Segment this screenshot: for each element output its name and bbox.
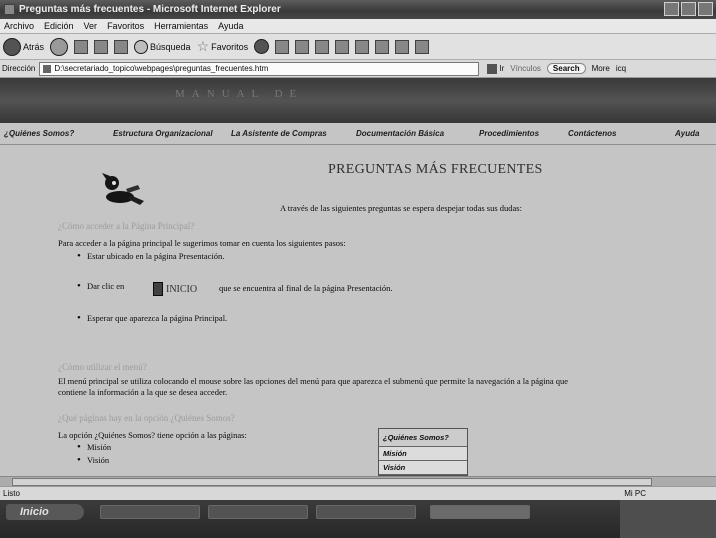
step-1: Estar ubicado en la página Presentación. bbox=[77, 250, 224, 262]
start-button[interactable]: Inicio bbox=[6, 504, 84, 520]
refresh-icon[interactable] bbox=[94, 39, 109, 54]
step-3: Esperar que aparezca la página Principal… bbox=[77, 312, 227, 324]
page-viewport: MANUAL DE ¿Quiénes Somos? Estructura Org… bbox=[0, 78, 716, 476]
browser-toolbar: Atrás Búsqueda ☆ Favoritos bbox=[0, 34, 716, 60]
search-label: Búsqueda bbox=[150, 41, 191, 52]
question-3-text: La opción ¿Quiénes Somos? tiene opción a… bbox=[58, 430, 247, 440]
question-2-heading: ¿Cómo utilizar el menú? bbox=[58, 362, 147, 372]
question-2-text-line2: contiene la información a la que se dese… bbox=[58, 387, 228, 397]
question-1-heading: ¿Cómo acceder a la Página Principal? bbox=[58, 221, 195, 231]
status-bar: Listo Mi PC bbox=[0, 486, 716, 500]
window-controls bbox=[664, 2, 713, 16]
close-button[interactable] bbox=[698, 2, 713, 16]
q3-item-vision: Visión bbox=[77, 454, 109, 466]
site-nav: ¿Quiénes Somos? Estructura Organizaciona… bbox=[0, 126, 716, 142]
links-label[interactable]: Vínculos bbox=[510, 64, 541, 73]
search-icon bbox=[134, 39, 149, 54]
discuss-icon[interactable] bbox=[335, 39, 350, 54]
banner-text: MANUAL DE bbox=[175, 88, 304, 100]
url-text: D:\secretariado_topico\webpages\pregunta… bbox=[54, 64, 269, 73]
nav-asistente[interactable]: La Asistente de Compras bbox=[231, 129, 327, 138]
question-3-heading: ¿Qué páginas hay en la opción ¿Quiénes S… bbox=[58, 413, 235, 423]
go-arrow-icon bbox=[487, 63, 498, 74]
history-icon[interactable] bbox=[254, 39, 270, 54]
minimize-button[interactable] bbox=[664, 2, 679, 16]
research-icon[interactable] bbox=[375, 39, 390, 54]
nav-ayuda[interactable]: Ayuda bbox=[675, 129, 699, 138]
favorites-button[interactable]: ☆ Favoritos bbox=[197, 38, 249, 55]
step-2-pre: Dar clic en bbox=[77, 280, 124, 292]
page-icon bbox=[43, 64, 52, 73]
nav-contactenos[interactable]: Contáctenos bbox=[568, 129, 616, 138]
status-text: Listo bbox=[3, 489, 20, 498]
q3-item-mision: Misión bbox=[77, 441, 111, 453]
nav-documentacion[interactable]: Documentación Básica bbox=[356, 129, 444, 138]
start-label: Inicio bbox=[20, 506, 49, 518]
nav-divider bbox=[0, 144, 716, 145]
search-pill-button[interactable]: Search bbox=[546, 63, 586, 74]
stop-icon[interactable] bbox=[74, 39, 89, 54]
maximize-button[interactable] bbox=[681, 2, 696, 16]
search-button[interactable]: Búsqueda bbox=[134, 39, 191, 54]
nav-estructura[interactable]: Estructura Organizacional bbox=[113, 129, 213, 138]
favorites-label: Favoritos bbox=[211, 41, 249, 52]
status-zone: Mi PC bbox=[624, 489, 646, 498]
mascot-illustration bbox=[102, 173, 144, 205]
intro-text: A través de las siguientes preguntas se … bbox=[280, 203, 522, 213]
menu-bar: Archivo Edición Ver Favoritos Herramient… bbox=[0, 19, 716, 34]
edit-icon[interactable] bbox=[315, 39, 330, 54]
print-icon[interactable] bbox=[295, 39, 310, 54]
back-arrow-icon bbox=[3, 37, 21, 56]
question-2-text-line1: El menú principal se utiliza colocando e… bbox=[58, 376, 569, 386]
mail-icon[interactable] bbox=[275, 39, 290, 54]
menu-archivo[interactable]: Archivo bbox=[4, 21, 34, 31]
window-titlebar: Preguntas más frecuentes - Microsoft Int… bbox=[0, 0, 716, 19]
go-label: Ir bbox=[499, 63, 505, 73]
submenu-head: ¿Quiénes Somos? bbox=[379, 429, 467, 447]
question-1-text: Para acceder a la página principal le su… bbox=[58, 238, 346, 248]
menu-edicion[interactable]: Edición bbox=[44, 21, 74, 31]
inicio-icon bbox=[153, 282, 163, 296]
taskbar-item-3[interactable] bbox=[316, 505, 416, 519]
forward-button[interactable] bbox=[50, 37, 69, 56]
address-right: Ir Vínculos Search More icq bbox=[487, 63, 626, 74]
tool-icon[interactable] bbox=[395, 39, 410, 54]
menu-ver[interactable]: Ver bbox=[84, 21, 98, 31]
back-button[interactable]: Atrás bbox=[3, 37, 45, 56]
site-banner: MANUAL DE bbox=[0, 78, 716, 123]
window-title: Preguntas más frecuentes - Microsoft Int… bbox=[19, 4, 281, 15]
windows-taskbar: Inicio bbox=[0, 500, 716, 538]
example-submenu: ¿Quiénes Somos? Misión Visión bbox=[378, 428, 468, 476]
menu-favoritos[interactable]: Favoritos bbox=[107, 21, 144, 31]
taskbar-item-2[interactable] bbox=[208, 505, 308, 519]
more-link[interactable]: More bbox=[592, 64, 610, 73]
system-tray bbox=[620, 500, 716, 538]
menu-herramientas[interactable]: Herramientas bbox=[154, 21, 208, 31]
horizontal-scrollbar[interactable] bbox=[0, 476, 716, 486]
nav-procedimientos[interactable]: Procedimientos bbox=[479, 129, 539, 138]
nav-quienes-somos[interactable]: ¿Quiénes Somos? bbox=[4, 129, 74, 138]
inicio-label: INICIO bbox=[166, 283, 198, 295]
icq-link[interactable]: icq bbox=[616, 64, 626, 73]
address-label: Dirección bbox=[2, 64, 36, 73]
go-button[interactable]: Ir bbox=[487, 63, 505, 74]
submenu-item-vision[interactable]: Visión bbox=[379, 461, 467, 475]
address-bar: Dirección D:\secretariado_topico\webpage… bbox=[0, 60, 716, 78]
home-icon[interactable] bbox=[114, 39, 129, 54]
ie-icon bbox=[4, 4, 15, 15]
menu-ayuda[interactable]: Ayuda bbox=[218, 21, 243, 31]
page-title: PREGUNTAS MÁS FRECUENTES bbox=[328, 162, 543, 177]
inicio-button-image: INICIO bbox=[153, 282, 197, 296]
star-icon: ☆ bbox=[196, 38, 210, 54]
back-label: Atrás bbox=[23, 41, 45, 52]
scrollbar-thumb[interactable] bbox=[12, 478, 652, 486]
taskbar-item-1[interactable] bbox=[100, 505, 200, 519]
messenger-icon[interactable] bbox=[355, 39, 370, 54]
url-field[interactable]: D:\secretariado_topico\webpages\pregunta… bbox=[39, 61, 480, 76]
search-pill-label: Search bbox=[552, 64, 580, 73]
taskbar-item-4[interactable] bbox=[430, 505, 530, 519]
step-2-post: que se encuentra al final de la página P… bbox=[219, 283, 393, 293]
extra-icon[interactable] bbox=[415, 39, 430, 54]
submenu-item-mision[interactable]: Misión bbox=[379, 447, 467, 461]
